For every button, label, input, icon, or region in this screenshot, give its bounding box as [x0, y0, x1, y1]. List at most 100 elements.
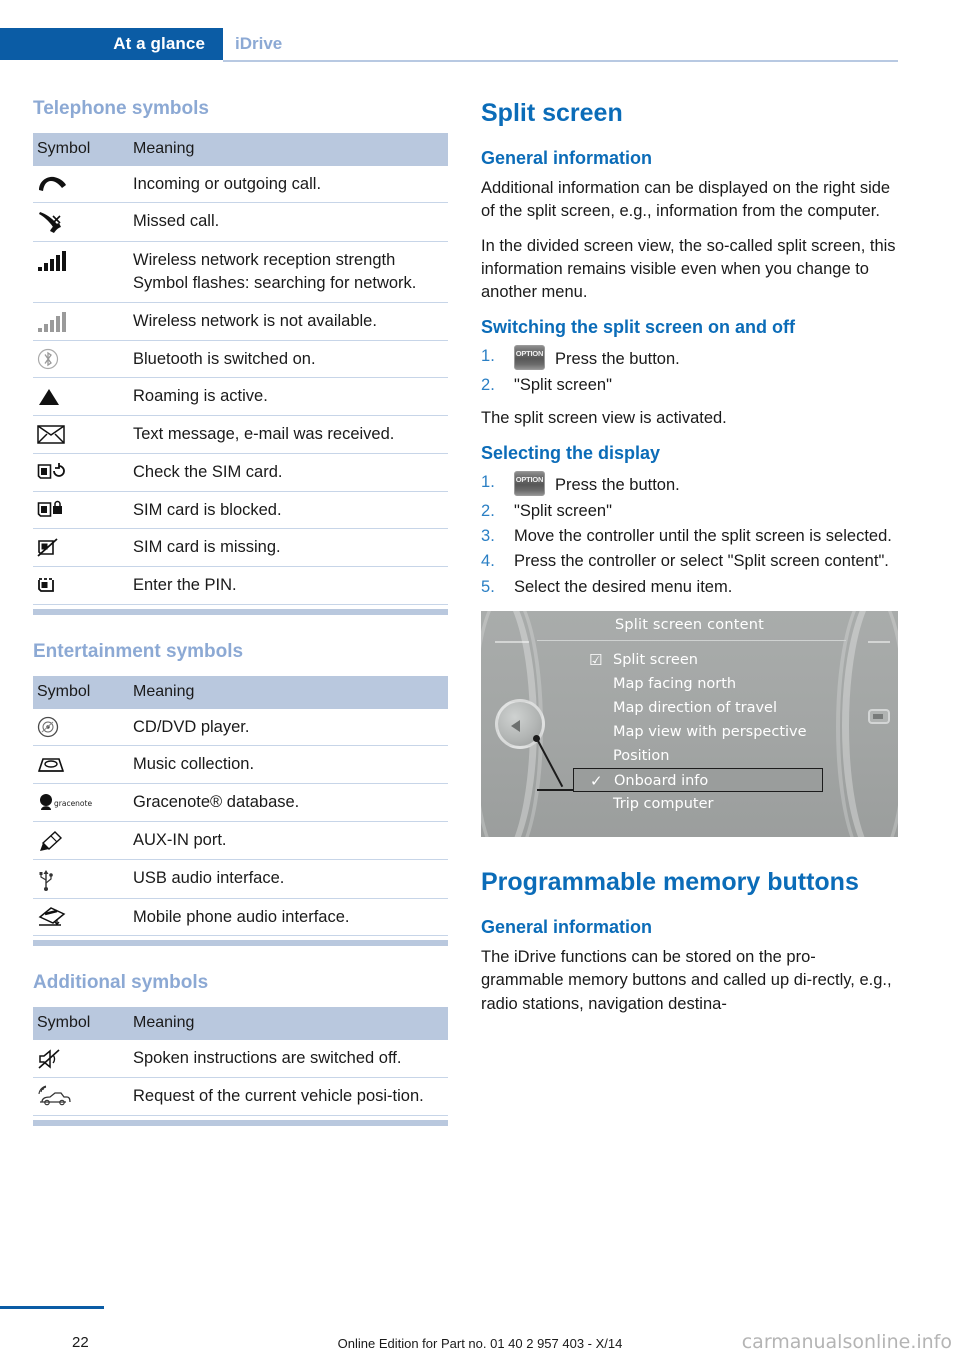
speaker-muted-icon [37, 1048, 63, 1070]
step-text: "Split screen" [514, 375, 612, 394]
bezel-tick-right [868, 641, 890, 644]
row-meaning: Wireless network is not available. [125, 302, 448, 341]
step-text: Press the button. [555, 350, 680, 369]
checkmark-icon: ✓ [590, 772, 603, 791]
idrive-menu-item[interactable]: Map direction of travel [585, 696, 885, 720]
phone-handset-icon [37, 175, 67, 193]
idrive-menu-item[interactable]: ☑ Split screen [585, 648, 885, 672]
idrive-menu-item-label: Split screen [613, 652, 698, 669]
roaming-triangle-icon [37, 388, 61, 406]
idrive-menu-title: Split screen content [614, 617, 765, 634]
column-header-meaning: Meaning [125, 132, 448, 166]
column-header-meaning: Meaning [125, 675, 448, 709]
table-row: Missed call. [33, 202, 448, 243]
table-row: AUX-IN port. [33, 821, 448, 860]
idrive-menu-item[interactable]: Position [585, 744, 885, 768]
row-meaning: Check the SIM card. [125, 453, 448, 492]
option-button-label: OPTION [515, 475, 544, 485]
table-end-bar [33, 609, 448, 616]
cd-disc-icon [37, 716, 59, 738]
split-screen-general-info-heading: General information [481, 148, 653, 169]
row-meaning: Music collection. [125, 745, 448, 785]
switching-result-text: The split screen view is activated. [481, 409, 727, 428]
sim-missing-icon [37, 537, 65, 559]
sim-pin-icon [37, 575, 65, 596]
idrive-menu-item[interactable]: Map view with perspective [585, 720, 885, 744]
row-meaning: CD/DVD player. [125, 708, 448, 747]
sim-locked-icon [37, 500, 65, 521]
gracenote-icon: gracenote [37, 793, 99, 813]
step-item: Press the controller or select "Split sc… [481, 550, 898, 574]
idrive-menu-item-selected[interactable]: ✓ Onboard info [573, 768, 823, 793]
table-row: Enter the PIN. [33, 566, 448, 606]
option-button-label: OPTION [515, 349, 544, 359]
step-item: "Split screen" [481, 500, 898, 524]
telephone-symbols-heading: Telephone symbols [33, 98, 209, 119]
table-header-row: Symbol Meaning [33, 132, 448, 166]
row-meaning: SIM card is missing. [125, 528, 448, 568]
option-button-icon[interactable]: OPTION [514, 471, 545, 497]
mobile-audio-icon [37, 906, 67, 928]
signal-bars-icon [37, 251, 67, 271]
row-meaning: Gracenote® database. [125, 783, 448, 822]
envelope-icon [37, 425, 65, 445]
table-end-bar [33, 940, 448, 947]
table-row: Request of the current vehicle posi-tion… [33, 1077, 448, 1116]
idrive-menu-item-label: Map view with perspective [613, 724, 807, 741]
idrive-menu-item[interactable]: Trip computer [585, 792, 885, 816]
row-meaning: Wireless network reception strength Symb… [125, 241, 448, 303]
tab-idrive[interactable]: iDrive [235, 28, 282, 60]
table-row: gracenote Gracenote® database. [33, 783, 448, 822]
bezel-tick-left [495, 641, 529, 644]
row-meaning: Request of the current vehicle posi-tion… [125, 1077, 448, 1116]
signal-bars-gray-icon [37, 311, 67, 332]
step-item: OPTION Press the button. [481, 471, 898, 497]
table-end-bar [33, 1119, 448, 1126]
watermark: carmanualsonline.info [741, 1331, 952, 1353]
option-button-icon[interactable]: OPTION [514, 345, 545, 371]
tab-at-a-glance[interactable]: At a glance [0, 28, 223, 60]
table-row: Wireless network is not available. [33, 302, 448, 341]
table-row: SIM card is missing. [33, 528, 448, 568]
svg-text:gracenote: gracenote [54, 799, 92, 808]
table-row: Text message, e-mail was received. [33, 415, 448, 454]
row-meaning: Enter the PIN. [125, 566, 448, 606]
split-screen-paragraph: Additional information can be displayed … [481, 178, 891, 221]
footer-divider [0, 1306, 104, 1309]
music-collection-icon [37, 755, 65, 775]
step-text: Press the button. [555, 476, 680, 495]
left-column: Telephone symbols Symbol Meaning Incomin… [33, 98, 448, 1152]
table-row: Bluetooth is switched on. [33, 340, 448, 379]
row-meaning: Mobile phone audio interface. [125, 898, 448, 937]
row-meaning: Spoken instructions are switched off. [125, 1040, 448, 1078]
switching-split-screen-heading: Switching the split screen on and off [481, 316, 796, 337]
usb-icon [37, 867, 55, 891]
missed-call-icon [37, 210, 67, 234]
table-row: USB audio interface. [33, 859, 448, 899]
column-header-meaning: Meaning [125, 1007, 448, 1041]
idrive-menu-list: ☑ Split screen Map facing north Map dire… [573, 648, 885, 816]
sim-check-icon [37, 462, 65, 483]
header-divider [223, 60, 898, 62]
step-item: "Split screen" [481, 374, 898, 398]
memory-buttons-paragraph: The iDrive functions can be stored on th… [481, 947, 892, 1013]
step-text: "Split screen" [514, 501, 612, 520]
aux-plug-icon [37, 830, 63, 852]
idrive-title-divider [537, 640, 846, 642]
split-screen-title: Split screen [481, 99, 623, 127]
table-row: Music collection. [33, 745, 448, 785]
entertainment-symbols-table: Symbol Meaning CD/DVD player. Music coll… [33, 675, 448, 937]
column-header-symbol: Symbol [33, 132, 125, 166]
row-meaning: SIM card is blocked. [125, 491, 448, 530]
page-header: At a glance iDrive [0, 28, 960, 60]
idrive-menu-item[interactable]: Map facing north [585, 672, 885, 696]
row-meaning: Incoming or outgoing call. [125, 165, 448, 204]
table-row: CD/DVD player. [33, 708, 448, 747]
right-column: Split screen General information Additio… [481, 98, 898, 1027]
split-screen-paragraph: In the divided screen view, the so-calle… [481, 236, 896, 302]
column-header-symbol: Symbol [33, 675, 125, 709]
selecting-steps-list: OPTION Press the button. "Split screen" … [481, 471, 898, 600]
table-header-row: Symbol Meaning [33, 675, 448, 709]
step-text: Move the controller until the split scre… [514, 526, 892, 545]
idrive-menu-item-label: Trip computer [613, 796, 714, 813]
